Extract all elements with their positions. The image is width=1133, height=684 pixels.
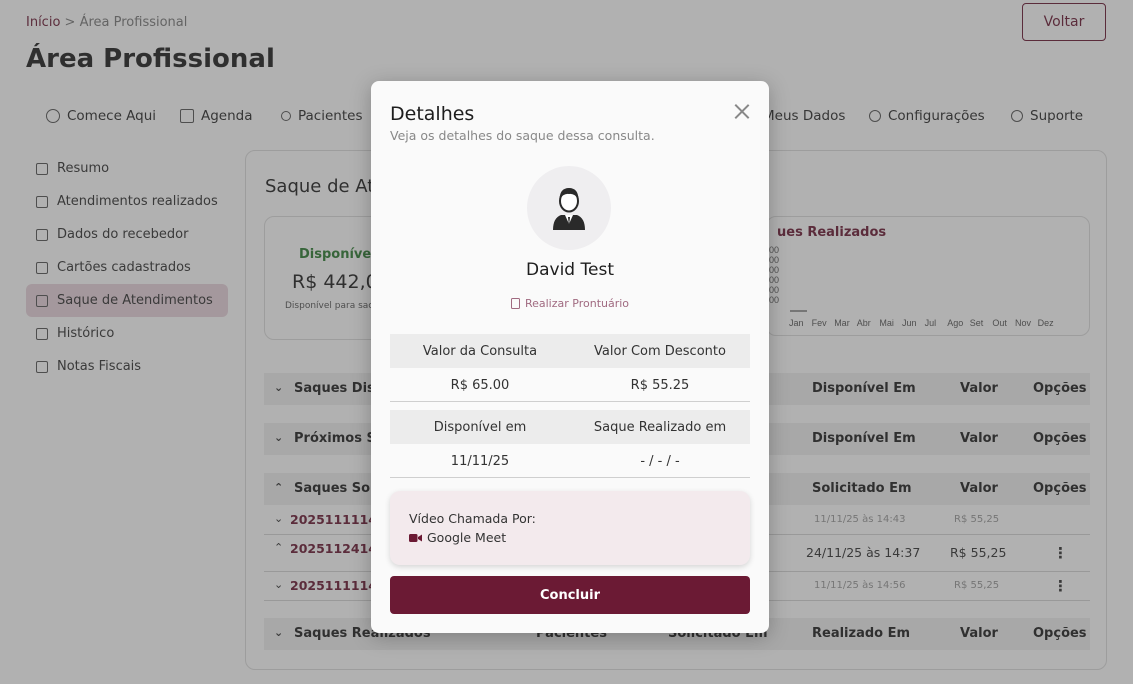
video-call-provider: Google Meet	[409, 530, 506, 545]
close-icon[interactable]	[734, 103, 750, 119]
modal-subtitle: Veja os detalhes do saque dessa consulta…	[390, 128, 655, 143]
dates-header: Disponível em Saque Realizado em	[390, 410, 750, 444]
person-icon	[553, 188, 585, 230]
video-call-box: Vídeo Chamada Por: Google Meet	[390, 491, 750, 565]
prontuario-link[interactable]: Realizar Prontuário	[371, 297, 769, 310]
valor-consulta: R$ 65.00	[450, 378, 510, 393]
patient-name: David Test	[526, 260, 614, 280]
valor-desconto: R$ 55.25	[630, 378, 690, 393]
prontuario-label: Realizar Prontuário	[524, 297, 630, 310]
disponivel-em: 11/11/25	[450, 454, 510, 469]
video-call-provider-label: Google Meet	[427, 530, 507, 545]
clipboard-icon	[510, 298, 520, 309]
header-saque-realizado: Saque Realizado em	[593, 420, 727, 435]
dates-row: 11/11/25 - / - / -	[390, 444, 750, 478]
header-valor-consulta: Valor da Consulta	[422, 344, 538, 359]
header-disponivel-em: Disponível em	[433, 420, 527, 435]
avatar	[527, 166, 611, 250]
video-call-label: Vídeo Chamada Por:	[409, 511, 536, 526]
conclude-button[interactable]: Concluir	[390, 576, 750, 614]
header-valor-desconto: Valor Com Desconto	[594, 344, 726, 359]
video-camera-icon	[409, 533, 422, 542]
values-row: R$ 65.00 R$ 55.25	[390, 368, 750, 402]
details-modal: Detalhes Veja os detalhes do saque dessa…	[371, 81, 769, 633]
saque-realizado-em: - / - / -	[640, 454, 680, 469]
values-header: Valor da Consulta Valor Com Desconto	[390, 334, 750, 368]
modal-title: Detalhes	[390, 103, 475, 125]
